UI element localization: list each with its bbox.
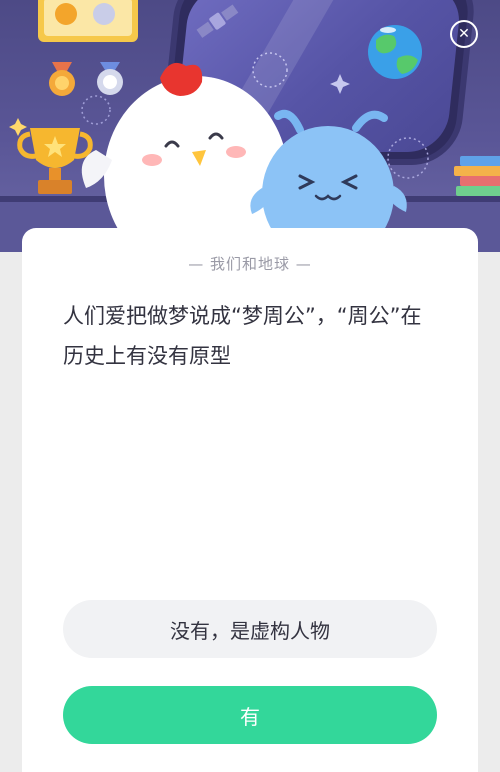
answer-option-1-label: 没有，是虚构人物 — [170, 618, 330, 643]
section-label: — 我们和地球 — — [188, 255, 312, 273]
book-stack-icon — [454, 156, 500, 196]
framed-medals-icon — [38, 0, 138, 42]
trophy-icon — [17, 128, 93, 194]
close-icon: ✕ — [458, 26, 470, 42]
question-text: 人们爱把做梦说成“梦周公”，“周公”在历史上有没有原型 — [63, 304, 422, 368]
dotted-ring-decoration — [387, 137, 429, 179]
earth-globe-icon — [368, 25, 422, 79]
satellite-icon — [196, 4, 239, 38]
dotted-ring-decoration — [81, 95, 111, 125]
silver-medal-icon — [97, 62, 123, 95]
header-illustration: ✕ — [0, 0, 500, 252]
sparkle-icon — [330, 74, 350, 94]
answer-option-2-label: 有 — [240, 704, 260, 729]
dotted-ring-decoration — [252, 52, 288, 88]
illustration-art — [9, 0, 500, 252]
answer-option-2[interactable]: 有 — [63, 686, 437, 744]
answer-option-1[interactable]: 没有，是虚构人物 — [63, 600, 437, 658]
close-button[interactable]: ✕ — [450, 20, 478, 48]
bronze-medal-icon — [49, 62, 75, 96]
